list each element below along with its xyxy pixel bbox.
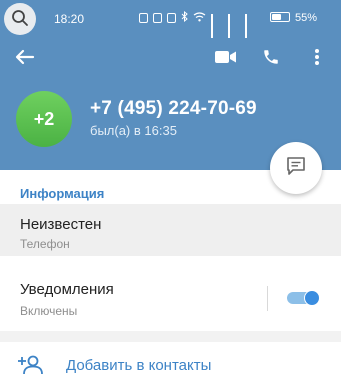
phone-info-row[interactable]: Неизвестен Телефон: [0, 204, 341, 256]
signal-icon: [211, 13, 223, 38]
phone-label: Телефон: [20, 237, 70, 251]
add-to-contacts-label: Добавить в контакты: [66, 357, 212, 374]
status-bar: 18:20 55%: [0, 0, 341, 38]
avatar[interactable]: +2: [16, 91, 72, 147]
status-icons: [139, 10, 257, 38]
signal-icon: [245, 13, 257, 38]
video-call-button[interactable]: [213, 46, 239, 72]
phone-icon: [262, 48, 280, 71]
search-icon: [11, 9, 29, 30]
signal-icon: [228, 13, 240, 38]
divider: [267, 286, 268, 311]
vibrate-icon: [167, 13, 176, 23]
call-button[interactable]: [258, 46, 284, 72]
action-bar: [0, 38, 341, 82]
nfc-icon: [139, 13, 148, 23]
last-seen-status: был(а) в 16:35: [90, 123, 177, 138]
video-camera-icon: [215, 50, 237, 69]
status-time: 18:20: [54, 12, 85, 26]
notifications-toggle[interactable]: [287, 290, 320, 306]
notifications-status: Включены: [20, 304, 78, 318]
notifications-row[interactable]: Уведомления Включены: [0, 270, 341, 326]
message-icon: [285, 155, 307, 182]
more-vertical-icon: [314, 48, 320, 71]
bluetooth-icon: [181, 10, 188, 25]
battery-icon: [270, 12, 290, 22]
section-separator: [0, 331, 341, 342]
phone-value: Неизвестен: [20, 216, 102, 233]
battery-percent: 55%: [295, 12, 318, 24]
send-message-button[interactable]: [270, 142, 322, 194]
more-options-button[interactable]: [304, 46, 330, 72]
arrow-left-icon: [15, 49, 35, 70]
no-sim-icon: [153, 13, 162, 23]
notifications-title: Уведомления: [20, 281, 114, 298]
info-section-title: Информация: [20, 186, 105, 201]
add-user-icon: [18, 353, 44, 377]
wifi-icon: [193, 11, 206, 25]
toggle-thumb: [304, 290, 320, 306]
add-to-contacts-row[interactable]: Добавить в контакты: [0, 342, 341, 391]
back-button[interactable]: [12, 46, 38, 72]
search-button[interactable]: [4, 3, 36, 35]
contact-phone-title: +7 (495) 224-70-69: [90, 98, 257, 119]
